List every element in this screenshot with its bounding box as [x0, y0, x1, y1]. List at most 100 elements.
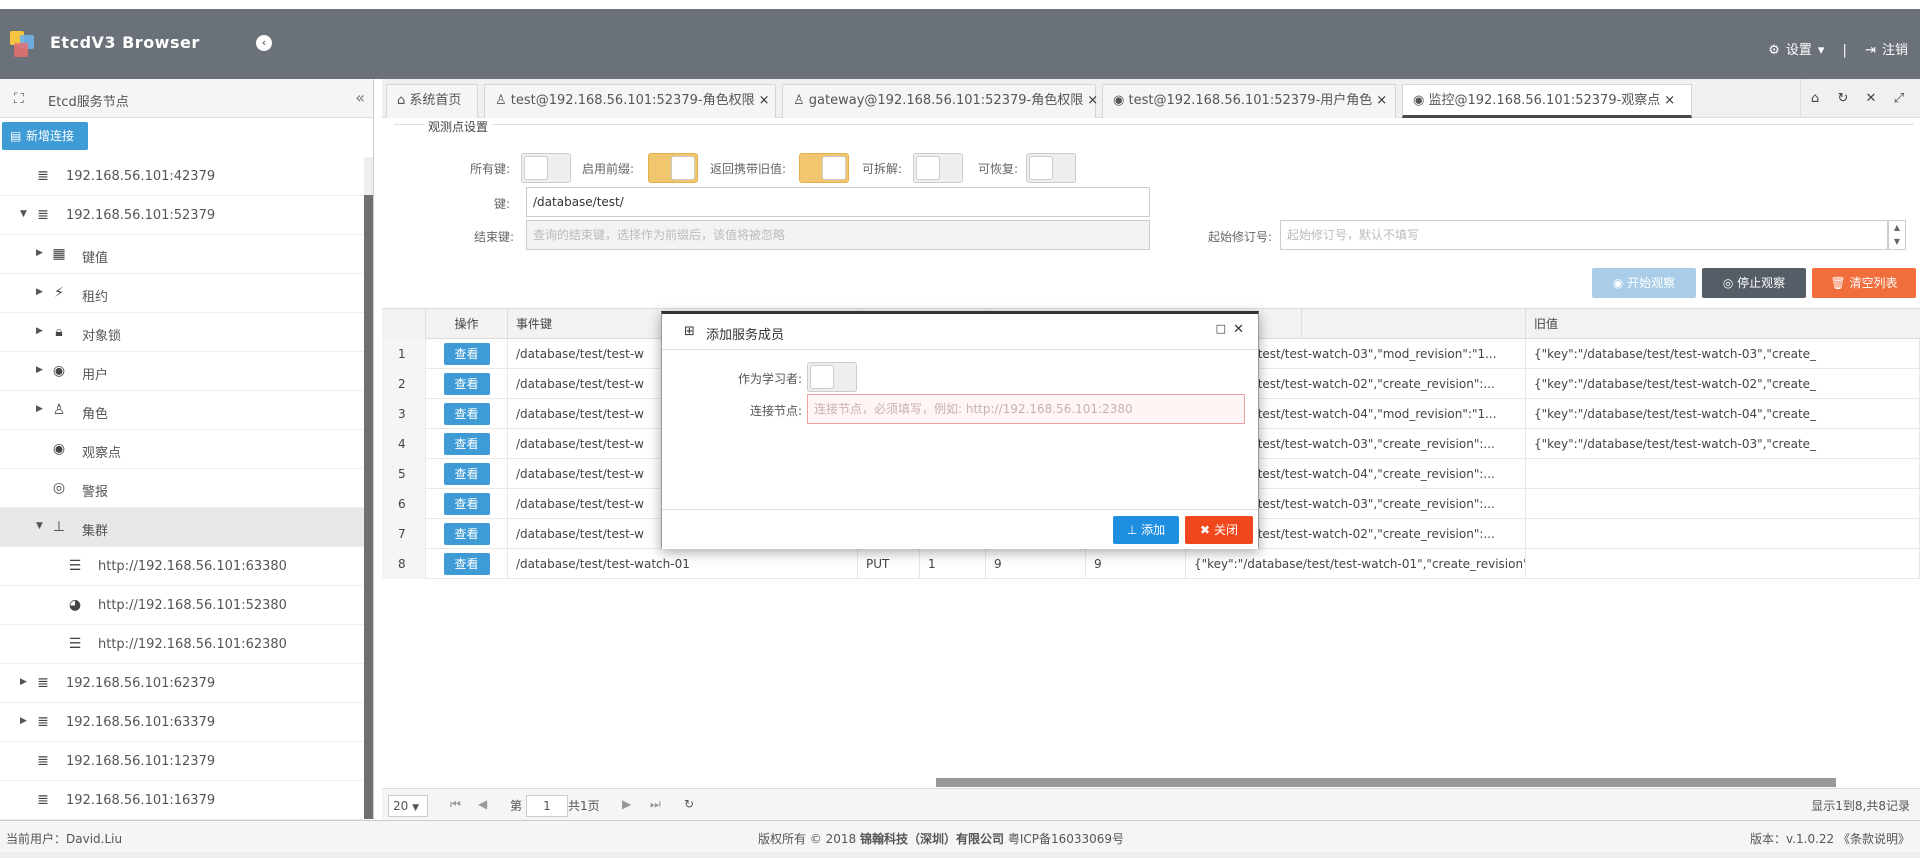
tree-node-server[interactable]: ≣ 192.168.56.101:42379	[0, 157, 364, 196]
caret-right-icon[interactable]: ▶	[36, 287, 43, 297]
tree-node-server[interactable]: ▶ ≣ 192.168.56.101:62379	[0, 664, 364, 703]
caret-right-icon[interactable]: ▶	[20, 716, 27, 726]
tree-node-role[interactable]: ▶ ♙ 角色	[0, 391, 364, 430]
caret-right-icon[interactable]: ▶	[36, 326, 43, 336]
tree-node-alarm[interactable]: ◎ 警报	[0, 469, 364, 508]
copyright: 版权所有 © 2018 锦翰科技（深圳）有限公司 粤ICP备16033069号	[758, 830, 1124, 847]
table-cell-n: 2	[382, 369, 426, 399]
first-page-icon[interactable]: ⏮	[450, 797, 461, 812]
collapse-menu-icon[interactable]: ‹	[256, 35, 272, 51]
grid-header-rownum	[382, 309, 426, 339]
tree-node-cluster[interactable]: ▼ ⊥ 集群	[0, 508, 364, 547]
page-number-input[interactable]: 1	[526, 795, 568, 817]
next-page-icon[interactable]: ▶	[622, 797, 631, 811]
close-icon[interactable]: ✕	[1233, 322, 1244, 337]
grid-horizontal-scrollbar[interactable]	[936, 778, 1836, 787]
tree-node-user[interactable]: ▶ ◉ 用户	[0, 352, 364, 391]
caret-right-icon[interactable]: ▶	[36, 404, 43, 414]
tree-node-kv[interactable]: ▶ ▦ 键值	[0, 235, 364, 274]
caret-right-icon[interactable]: ▶	[36, 365, 43, 375]
tab-role-permission[interactable]: ♙ test@192.168.56.101:52379-角色权限 ×	[484, 84, 776, 118]
tree-node-server[interactable]: ▼ ≣ 192.168.56.101:52379	[0, 196, 364, 235]
view-button[interactable]: 查看	[443, 433, 490, 455]
caret-down-icon[interactable]: ▾	[1818, 43, 1825, 58]
view-button[interactable]: 查看	[443, 343, 490, 365]
settings-menu[interactable]: 设置	[1786, 43, 1812, 58]
tab-gateway-role-permission[interactable]: ♙ gateway@192.168.56.101:52379-角色权限 ×	[782, 84, 1098, 118]
table-cell-c1: 1	[920, 549, 986, 579]
close-tab-icon[interactable]: ×	[1087, 93, 1098, 108]
revision-spinner[interactable]: ▲ ▼	[1888, 220, 1906, 250]
tab-bar: ⌂ 系统首页 ♙ test@192.168.56.101:52379-角色权限 ×…	[382, 79, 1920, 118]
start-watch-button[interactable]: ◉ 开始观察	[1592, 268, 1696, 298]
caret-right-icon[interactable]: ▶	[20, 677, 27, 687]
stop-watch-button[interactable]: ◎ 停止观察	[1702, 268, 1806, 298]
sidebar-scrollbar-thumb[interactable]	[364, 195, 373, 819]
prev-kv-switch[interactable]	[799, 153, 849, 183]
tree-node-server[interactable]: ▶ ≣ 192.168.56.101:63379	[0, 703, 364, 742]
view-button[interactable]: 查看	[443, 403, 490, 425]
close-dialog-label: 关闭	[1213, 523, 1238, 537]
icp-number: 粤ICP备16033069号	[1004, 832, 1125, 846]
tree-node-watch[interactable]: ◉ 观察点	[0, 430, 364, 469]
new-connection-button[interactable]: ▤ 新增连接	[2, 122, 88, 150]
tree-node-server[interactable]: ≣ 192.168.56.101:12379	[0, 742, 364, 781]
prev-page-icon[interactable]: ◀	[478, 797, 487, 811]
prefix-label: 启用前缀:	[581, 162, 634, 176]
learner-switch[interactable]	[807, 362, 857, 392]
close-tab-icon[interactable]: ×	[759, 93, 770, 108]
tab-user-role[interactable]: ◉ test@192.168.56.101:52379-用户角色 ×	[1102, 84, 1396, 118]
spin-up-icon[interactable]: ▲	[1894, 223, 1900, 232]
refresh-icon[interactable]: ↻	[684, 797, 694, 811]
tree-node-member[interactable]: ◕ http://192.168.56.101:52380	[0, 586, 364, 625]
start-revision-input[interactable]: 起始修订号，默认不填写	[1280, 220, 1888, 250]
close-tab-icon[interactable]: ×	[1376, 93, 1387, 108]
caret-down-icon[interactable]: ▼	[36, 521, 43, 531]
view-button[interactable]: 查看	[443, 463, 490, 485]
add-member-button[interactable]: ⊥ 添加	[1113, 516, 1179, 544]
caret-down-icon[interactable]: ▼	[20, 209, 27, 219]
version-info[interactable]: 版本：v.1.0.22 《条款说明》	[1750, 830, 1910, 847]
close-dialog-button[interactable]: ✖ 关闭	[1185, 516, 1253, 544]
tree-node-server[interactable]: ≣ 192.168.56.101:16379	[0, 781, 364, 820]
tree-node-lock[interactable]: ▶ 🔒︎ 对象锁	[0, 313, 364, 352]
view-button[interactable]: 查看	[443, 553, 490, 575]
tree-node-member[interactable]: ☰ http://192.168.56.101:62380	[0, 625, 364, 664]
maximize-icon[interactable]: □	[1216, 322, 1226, 335]
node-tree: ≣ 192.168.56.101:42379 ▼ ≣ 192.168.56.10…	[0, 157, 364, 820]
tree-node-label: 192.168.56.101:52379	[66, 208, 216, 223]
tree-node-label: 192.168.56.101:16379	[66, 793, 216, 808]
prefix-switch[interactable]	[648, 153, 698, 183]
view-button[interactable]: 查看	[443, 373, 490, 395]
table-row[interactable]: 8 查看/database/test/test-watch-01 PUT 1 9 9 {"k…	[382, 549, 1920, 579]
key-input[interactable]: /database/test/	[526, 187, 1150, 217]
database-icon: ▤	[10, 129, 22, 143]
tree-node-label: 192.168.56.101:62379	[66, 676, 216, 691]
recoverable-switch[interactable]	[1026, 153, 1076, 183]
end-key-input[interactable]: 查询的结束键，选择作为前缀后，该值将被忽略	[526, 220, 1150, 250]
page-size-select[interactable]: 20 ▼	[388, 795, 428, 817]
spin-down-icon[interactable]: ▼	[1894, 237, 1900, 246]
footer: 当前用户：David.Liu 版权所有 © 2018 锦翰科技（深圳）有限公司 …	[0, 820, 1920, 852]
tree-node-lease[interactable]: ▶ ⚡ 租约	[0, 274, 364, 313]
fragment-switch[interactable]	[913, 153, 963, 183]
close-icon[interactable]: ✕	[1857, 79, 1885, 118]
tree-node-member[interactable]: ☰ http://192.168.56.101:63380	[0, 547, 364, 586]
close-tab-icon[interactable]: ×	[1664, 93, 1675, 108]
view-button[interactable]: 查看	[443, 493, 490, 515]
logout-link[interactable]: 注销	[1882, 43, 1908, 58]
node-url-input[interactable]: 连接节点，必须填写，例如: http://192.168.56.101:2380	[807, 394, 1245, 424]
collapse-sidebar-icon[interactable]: «	[355, 88, 365, 107]
fullscreen-icon[interactable]: ⤢	[1885, 79, 1913, 118]
tab-home[interactable]: ⌂ 系统首页	[386, 84, 478, 118]
home-icon[interactable]: ⌂	[1801, 79, 1829, 118]
last-page-icon[interactable]: ⏭	[650, 797, 661, 812]
view-button[interactable]: 查看	[443, 523, 490, 545]
refresh-icon[interactable]: ↻	[1829, 79, 1857, 118]
tab-watch[interactable]: ◉ 监控@192.168.56.101:52379-观察点 ×	[1402, 84, 1692, 118]
table-cell-old	[1526, 549, 1920, 579]
caret-right-icon[interactable]: ▶	[36, 248, 43, 258]
clear-list-button[interactable]: 🗑︎ 清空列表	[1812, 268, 1916, 298]
table-cell-old	[1526, 459, 1920, 489]
all-keys-switch[interactable]	[521, 153, 571, 183]
